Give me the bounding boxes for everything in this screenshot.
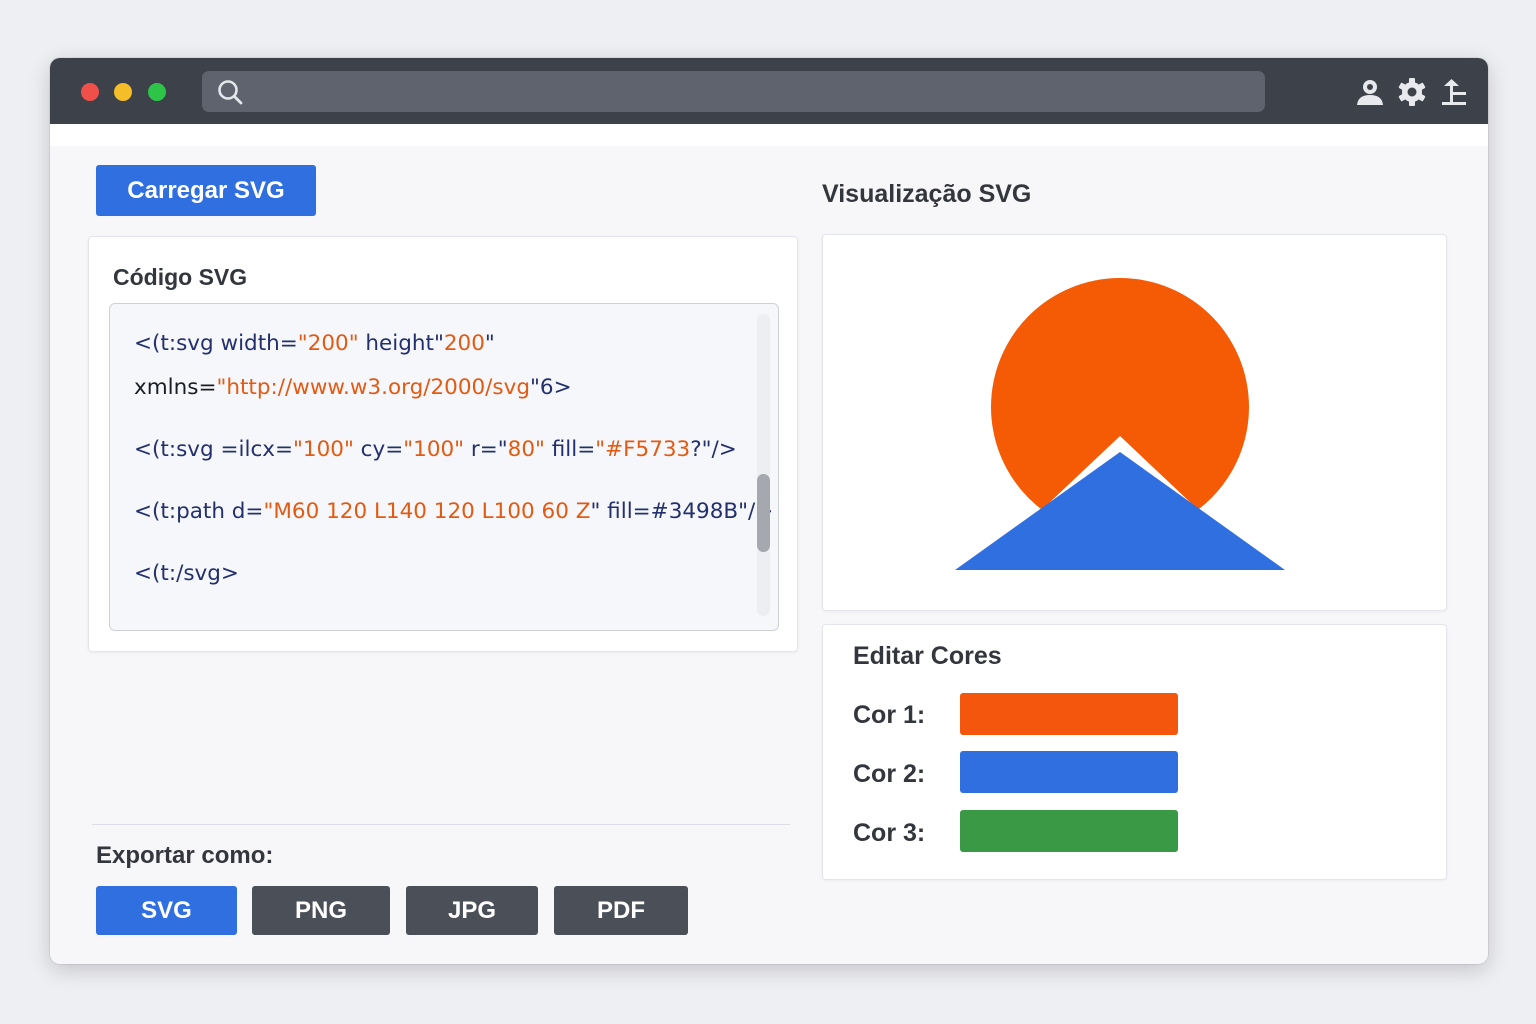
svg-preview-panel [822, 234, 1447, 611]
export-pdf-button[interactable]: PDF [554, 886, 688, 935]
color-3-swatch[interactable] [960, 810, 1178, 852]
code-line: xmlns="http://www.w3.org/2000/svg"6> [134, 375, 572, 400]
color-editor-title: Editar Cores [853, 642, 1002, 670]
title-bar [50, 58, 1488, 124]
color-1-swatch[interactable] [960, 693, 1178, 735]
color-editor-panel: Editar Cores Cor 1: Cor 2: Cor 3: [822, 624, 1447, 880]
code-line: <(t:/svg> [134, 561, 239, 586]
search-bar[interactable] [202, 71, 1265, 112]
scrollbar-thumb[interactable] [757, 474, 770, 552]
close-window-button[interactable] [81, 83, 99, 101]
export-label: Exportar como: [96, 842, 274, 869]
maximize-window-button[interactable] [148, 83, 166, 101]
export-png-button[interactable]: PNG [252, 886, 390, 935]
code-scrollbar[interactable] [757, 314, 770, 616]
content-top-band [50, 124, 1488, 146]
export-svg-button[interactable]: SVG [96, 886, 237, 935]
load-svg-button[interactable]: Carregar SVG [96, 165, 316, 216]
search-icon [218, 80, 243, 105]
svg-preview [955, 278, 1285, 570]
code-line: <(t:svg =ilcx="100" cy="100" r="80" fill… [134, 437, 737, 462]
code-line: <(t:svg width="200" height"200" [134, 331, 495, 356]
app-window: Carregar SVG Código SVG <(t:svg width="2… [50, 58, 1488, 964]
minimize-window-button[interactable] [114, 83, 132, 101]
preview-triangle [955, 452, 1285, 570]
code-title: Código SVG [113, 264, 248, 290]
color-1-label: Cor 1: [853, 701, 926, 729]
color-2-label: Cor 2: [853, 760, 926, 788]
color-3-label: Cor 3: [853, 819, 926, 847]
code-panel: Código SVG <(t:svg width="200" height"20… [88, 236, 798, 652]
color-2-swatch[interactable] [960, 751, 1178, 793]
code-line: <(t:path d="M60 120 L140 120 L100 60 Z" … [134, 499, 774, 524]
user-icon[interactable] [1354, 76, 1386, 108]
preview-title: Visualização SVG [822, 180, 1032, 208]
export-jpg-button[interactable]: JPG [406, 886, 538, 935]
gear-icon[interactable] [1396, 76, 1428, 108]
export-icon[interactable] [1438, 76, 1470, 108]
code-editor[interactable]: <(t:svg width="200" height"200" xmlns="h… [109, 303, 779, 631]
divider [92, 824, 790, 825]
